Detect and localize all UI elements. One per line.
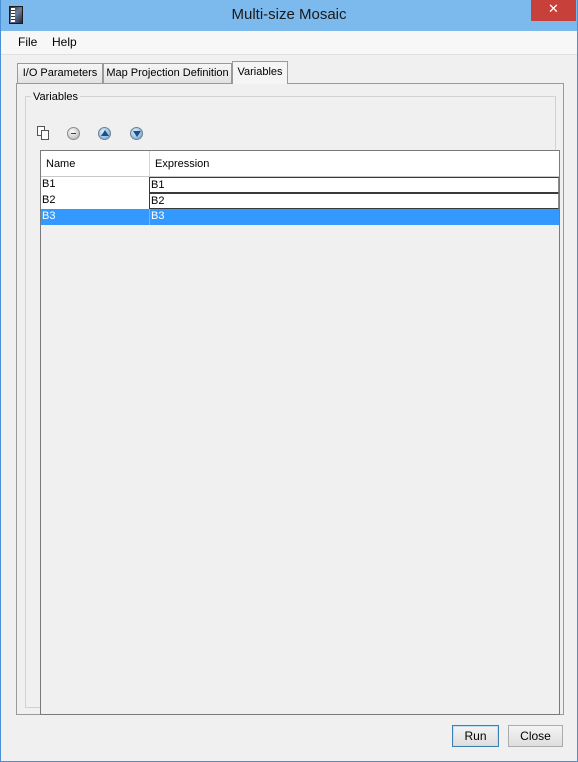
remove-icon bbox=[67, 127, 80, 140]
main-window: Multi-size Mosaic ✕ File Help I/O Parame… bbox=[0, 0, 578, 762]
variables-panel: Variables Name Expression B1 B1 B2 B2 B3… bbox=[16, 83, 564, 715]
move-down-button[interactable] bbox=[128, 125, 146, 143]
window-close-button[interactable]: ✕ bbox=[531, 0, 576, 21]
tab-map-projection-definition[interactable]: Map Projection Definition bbox=[103, 63, 232, 83]
variable-expression-cell[interactable]: B2 bbox=[149, 193, 559, 209]
table-row[interactable]: B1 B1 bbox=[41, 177, 559, 193]
variables-group: Variables Name Expression B1 B1 B2 B2 B3… bbox=[25, 91, 560, 715]
close-button[interactable]: Close bbox=[508, 725, 563, 747]
variable-expression-cell[interactable]: B3 bbox=[149, 209, 559, 225]
tab-io-parameters[interactable]: I/O Parameters bbox=[17, 63, 103, 83]
table-row-selected[interactable]: B3 B3 bbox=[41, 209, 559, 225]
remove-variable-button[interactable] bbox=[65, 125, 83, 143]
move-up-icon bbox=[98, 127, 111, 140]
window-title: Multi-size Mosaic bbox=[231, 6, 347, 23]
copy-variable-button[interactable] bbox=[36, 125, 54, 143]
column-header-expression[interactable]: Expression bbox=[149, 151, 559, 176]
menu-bar: File Help bbox=[1, 31, 577, 55]
variable-name-cell[interactable]: B2 bbox=[42, 194, 55, 206]
tab-variables[interactable]: Variables bbox=[232, 61, 288, 84]
variables-group-label: Variables bbox=[31, 91, 81, 103]
variable-name-cell[interactable]: B3 bbox=[42, 210, 55, 222]
column-header-name[interactable]: Name bbox=[41, 151, 149, 176]
table-row[interactable]: B2 B2 bbox=[41, 193, 559, 209]
variable-expression-cell[interactable]: B1 bbox=[149, 177, 559, 193]
move-up-button[interactable] bbox=[96, 125, 114, 143]
variable-name-cell[interactable]: B1 bbox=[42, 178, 55, 190]
menu-file[interactable]: File bbox=[18, 35, 37, 49]
menu-help[interactable]: Help bbox=[52, 35, 77, 49]
run-button[interactable]: Run bbox=[452, 725, 499, 747]
title-bar[interactable]: Multi-size Mosaic ✕ bbox=[1, 0, 577, 31]
variables-table[interactable]: Name Expression B1 B1 B2 B2 B3 B3 bbox=[40, 150, 560, 715]
table-header: Name Expression bbox=[41, 151, 559, 177]
move-down-icon bbox=[130, 127, 143, 140]
